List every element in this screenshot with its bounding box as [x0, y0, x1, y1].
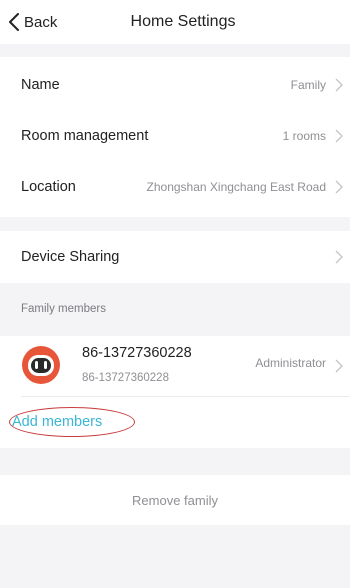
chevron-right-icon — [335, 359, 343, 373]
remove-family-button[interactable]: Remove family — [0, 475, 350, 525]
page-title: Home Settings — [130, 13, 236, 30]
setting-value: Zhongshan Xingchang East Road — [146, 180, 326, 194]
chevron-right-icon — [335, 250, 343, 264]
nav-bar: Back Home Settings — [0, 0, 350, 44]
remove-family-label: Remove family — [132, 492, 218, 508]
device-sharing-label: Device Sharing — [21, 249, 120, 265]
member-phone: 86-13727360228 — [82, 372, 169, 384]
member-row[interactable]: 86-13727360228 86-13727360228 Administra… — [0, 336, 350, 396]
setting-label: Location — [21, 179, 76, 195]
device-sharing-group: Device Sharing — [0, 231, 350, 283]
chevron-right-icon — [335, 129, 343, 143]
setting-label: Name — [21, 77, 60, 93]
setting-row-rooms[interactable]: Room management 1 rooms — [0, 110, 350, 162]
setting-row-name[interactable]: Name Family — [0, 59, 350, 111]
member-role: Administrator — [255, 356, 326, 370]
divider — [21, 396, 350, 397]
settings-group: Name Family Room management 1 rooms Loca… — [0, 57, 350, 217]
setting-value: Family — [290, 78, 326, 92]
member-name: 86-13727360228 — [82, 345, 192, 361]
add-members-link[interactable]: Add members — [12, 414, 102, 430]
setting-value: 1 rooms — [282, 129, 326, 143]
setting-label: Room management — [21, 128, 149, 144]
robot-avatar-icon — [22, 346, 60, 384]
chevron-right-icon — [335, 180, 343, 194]
family-members-header: Family members — [21, 303, 106, 315]
setting-row-location[interactable]: Location Zhongshan Xingchang East Road — [0, 161, 350, 213]
device-sharing-row[interactable]: Device Sharing — [0, 231, 350, 283]
chevron-right-icon — [335, 78, 343, 92]
